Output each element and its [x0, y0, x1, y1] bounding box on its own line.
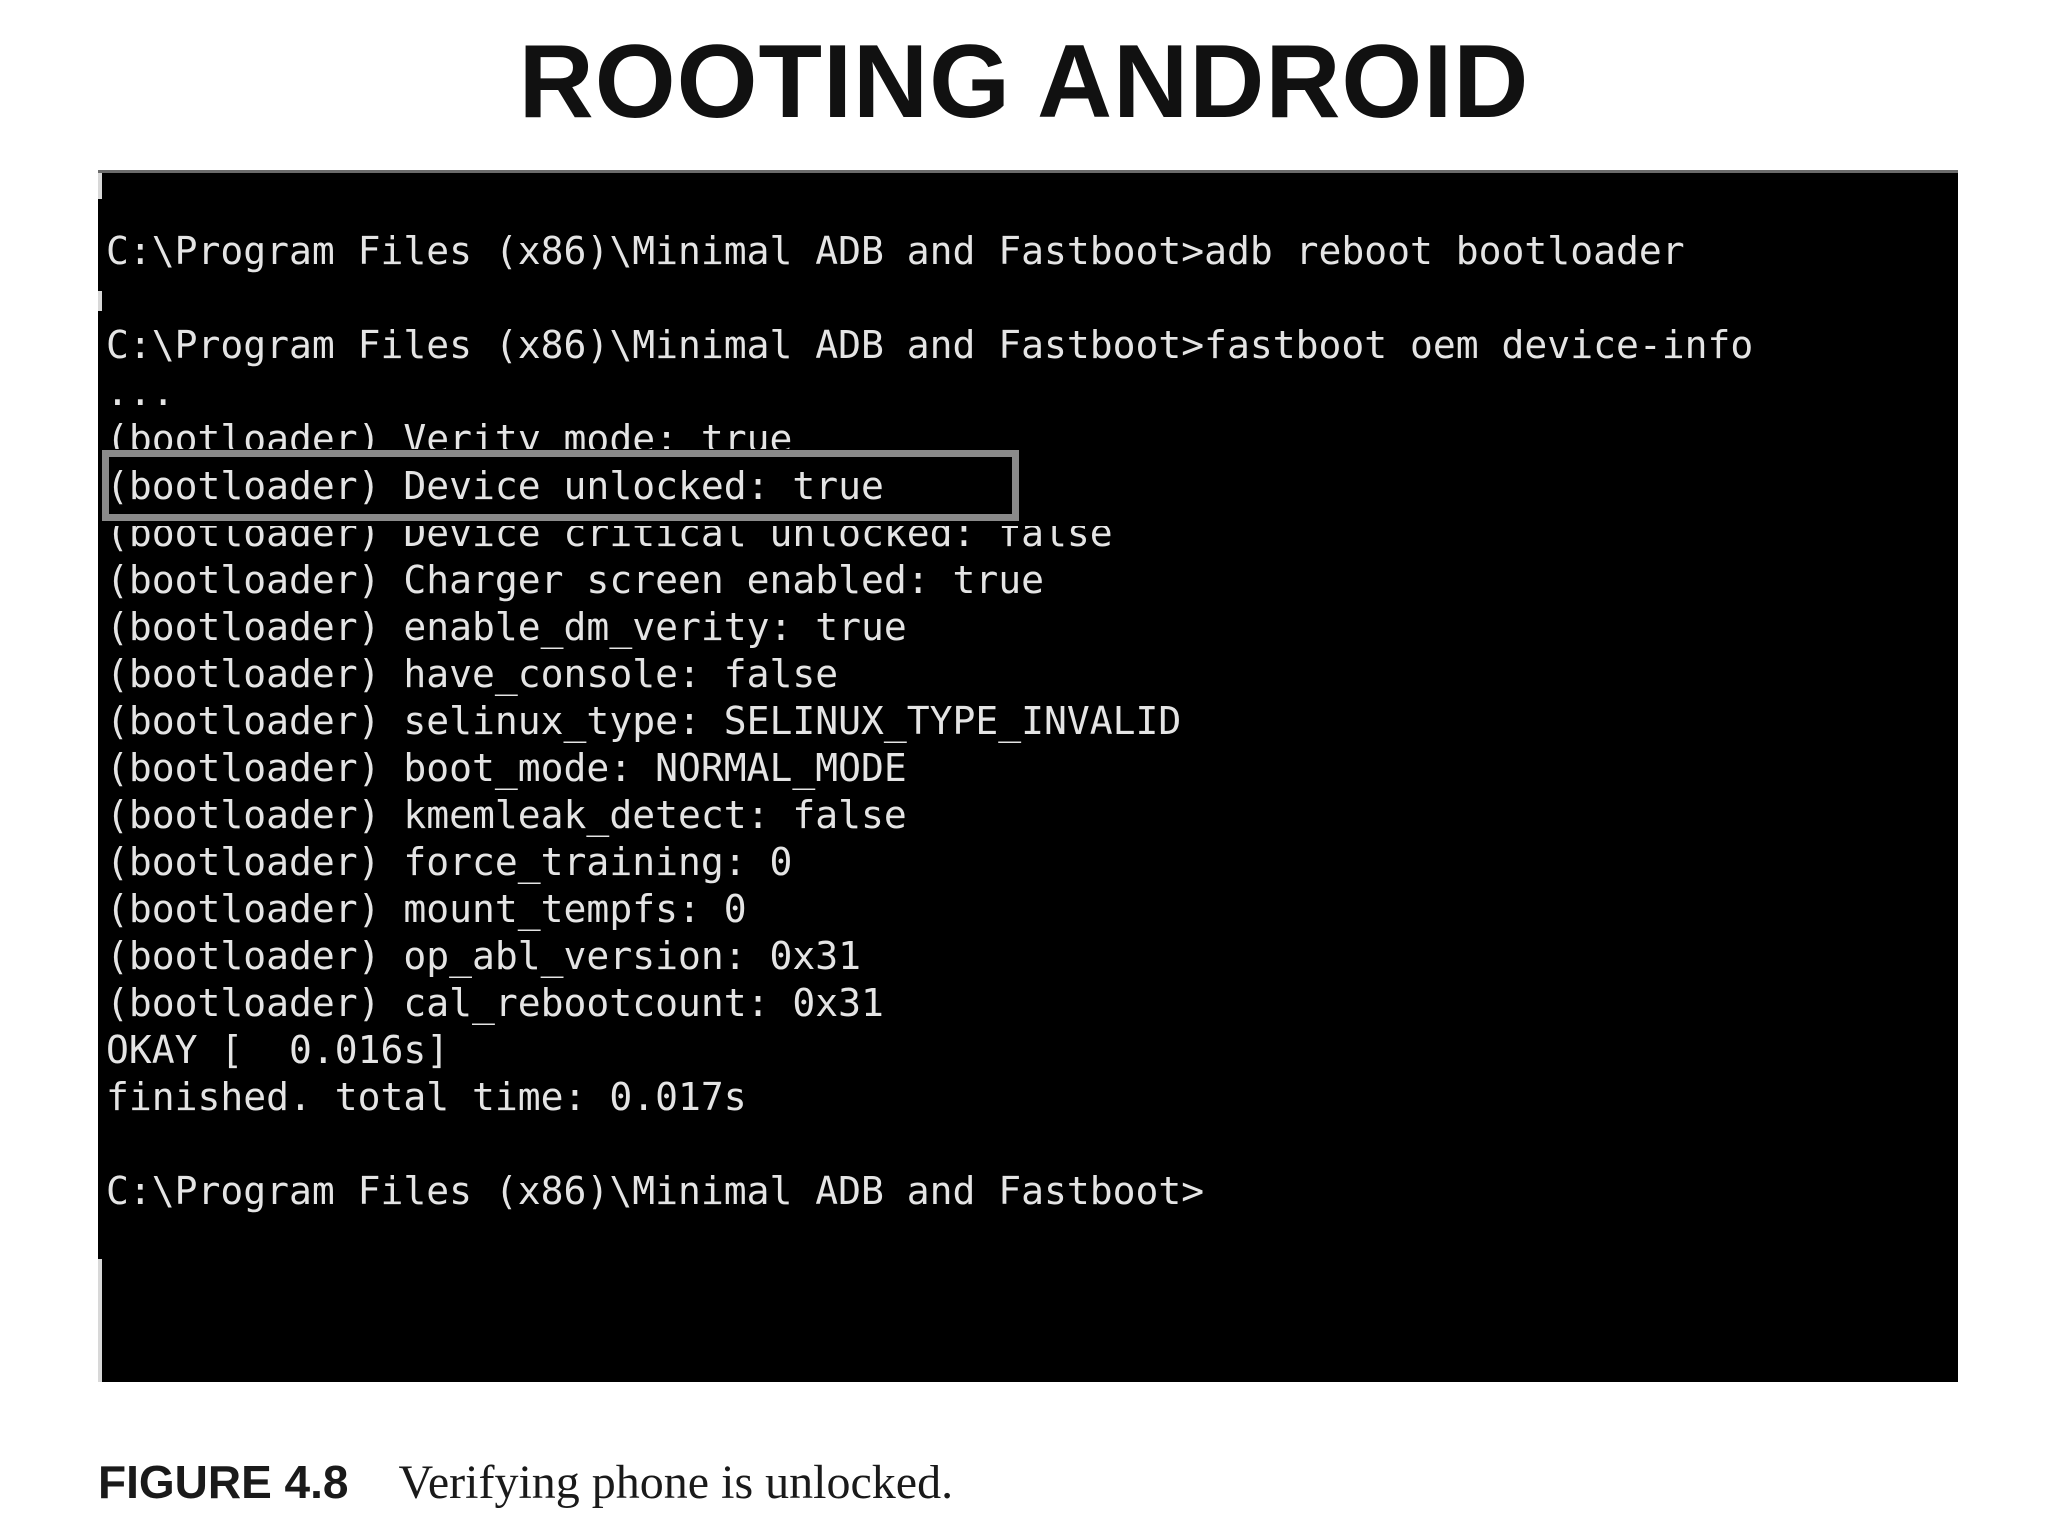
terminal-line: (bootloader) selinux_type: SELINUX_TYPE_… [106, 699, 1182, 743]
terminal-line: (bootloader) cal_rebootcount: 0x31 [106, 981, 884, 1025]
terminal-line: finished. total time: 0.017s [106, 1075, 747, 1119]
terminal-line: (bootloader) force_training: 0 [106, 840, 793, 884]
terminal-line: (bootloader) have_console: false [106, 652, 839, 696]
terminal-line: OKAY [ 0.016s] [106, 1028, 450, 1072]
terminal-line: (bootloader) op_abl_version: 0x31 [106, 934, 861, 978]
terminal-line: C:\Program Files (x86)\Minimal ADB and F… [106, 229, 1685, 273]
figure-caption: FIGURE 4.8 Verifying phone is unlocked. [98, 1452, 953, 1512]
terminal-line: (bootloader) boot_mode: NORMAL_MODE [106, 746, 907, 790]
terminal-line: (bootloader) kmemleak_detect: false [106, 793, 907, 837]
slide-title: ROOTING ANDROID [518, 24, 1530, 140]
terminal-line: C:\Program Files (x86)\Minimal ADB and F… [106, 1169, 1205, 1213]
figure-caption-text: Verifying phone is unlocked. [398, 1456, 954, 1509]
terminal-edge-mark [98, 291, 102, 311]
highlight-box [102, 450, 1019, 521]
terminal-line: (bootloader) enable_dm_verity: true [106, 605, 907, 649]
terminal-edge-mark [98, 173, 102, 199]
terminal-line: (bootloader) Charger screen enabled: tru… [106, 558, 1044, 602]
terminal-line: ... [106, 370, 175, 414]
terminal-edge-mark [98, 1259, 102, 1382]
terminal-screenshot: C:\Program Files (x86)\Minimal ADB and F… [98, 170, 1958, 1382]
terminal-line: (bootloader) mount_tempfs: 0 [106, 887, 747, 931]
terminal-line: C:\Program Files (x86)\Minimal ADB and F… [106, 323, 1754, 367]
figure-label: FIGURE 4.8 [98, 1456, 349, 1508]
